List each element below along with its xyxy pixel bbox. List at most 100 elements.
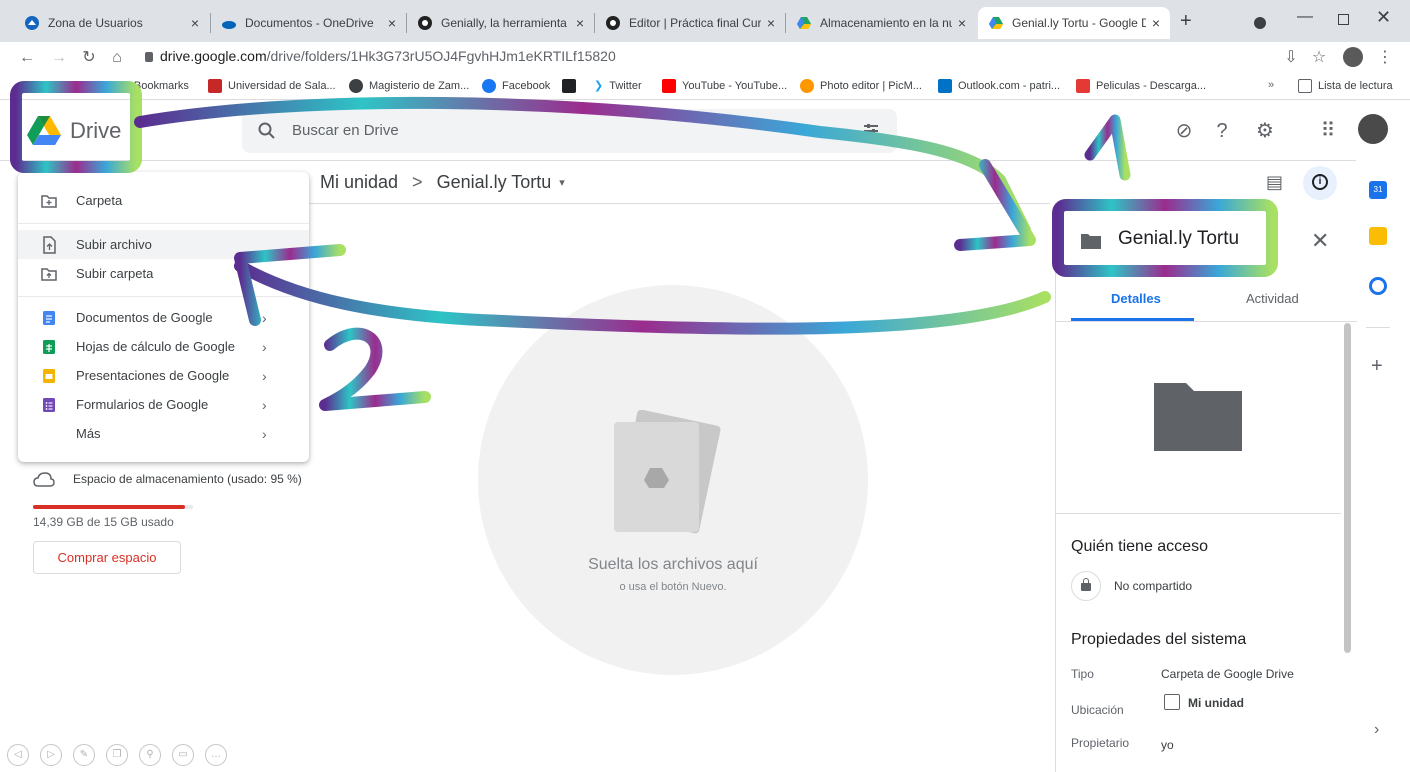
forward-icon[interactable]: →	[48, 47, 70, 69]
browser-tab-active[interactable]: Genial.ly Tortu - Google Dri ×	[978, 7, 1170, 39]
close-tab-icon[interactable]: ×	[576, 15, 584, 31]
menu-item-label: Más	[76, 426, 101, 441]
bookmark-item[interactable]	[562, 79, 582, 93]
help-icon[interactable]: ?	[1209, 118, 1235, 144]
browser-tab[interactable]: Almacenamiento en la nube ×	[786, 7, 976, 39]
rail-divider	[1366, 327, 1390, 328]
close-details-icon[interactable]: ✕	[1311, 228, 1329, 254]
keep-icon[interactable]	[1369, 227, 1387, 245]
add-addon-icon[interactable]: +	[1371, 355, 1383, 378]
close-tab-icon[interactable]: ×	[388, 15, 396, 31]
menu-item-google-forms[interactable]: Formularios de Google ›	[18, 390, 309, 419]
close-tab-icon[interactable]: ×	[1152, 15, 1160, 31]
bookmark-label: Peliculas - Descarga...	[1096, 80, 1207, 92]
account-avatar[interactable]	[1358, 114, 1388, 144]
bookmark-label: Magisterio de Zam...	[369, 80, 470, 92]
property-key: Ubicación	[1071, 703, 1124, 717]
details-divider	[1056, 513, 1341, 514]
storage-progress-bar	[33, 505, 193, 509]
drop-zone-title: Suelta los archivos aquí	[588, 556, 758, 573]
bookmark-item[interactable]: Universidad de Sala...	[208, 79, 336, 93]
close-tab-icon[interactable]: ×	[958, 15, 966, 31]
toolbar-divider	[300, 203, 1050, 204]
menu-item-google-slides[interactable]: Presentaciones de Google ›	[18, 361, 309, 390]
more-bookmarks[interactable]: »	[1268, 79, 1274, 91]
details-scrollbar[interactable]	[1344, 323, 1351, 653]
storage-label[interactable]: Espacio de almacenamiento (usado: 95 %)	[73, 472, 302, 486]
reload-icon[interactable]: ↻	[78, 47, 100, 69]
offline-ready-icon[interactable]: ⊘	[1171, 118, 1197, 144]
breadcrumb-current[interactable]: Genial.ly Tortu	[437, 172, 552, 193]
lock-icon[interactable]	[145, 52, 153, 62]
close-tab-icon[interactable]: ×	[191, 15, 199, 31]
browser-menu-icon[interactable]: ⋮	[1374, 47, 1396, 69]
profile-avatar[interactable]	[1343, 47, 1363, 67]
close-tab-icon[interactable]: ×	[767, 15, 775, 31]
url-field[interactable]: drive.google.com/drive/folders/1Hk3G73rU…	[160, 48, 616, 64]
search-box[interactable]: Buscar en Drive	[242, 109, 897, 153]
drive-header: Drive Buscar en Drive ⊘ ? ⚙ ⠿	[0, 101, 1388, 161]
menu-item-label: Subir archivo	[76, 237, 152, 252]
maximize-icon[interactable]	[1338, 14, 1349, 25]
bookmark-item[interactable]: ★ Bookmarks	[118, 79, 189, 93]
install-icon[interactable]: ⇩	[1280, 47, 1302, 69]
reading-list[interactable]: Lista de lectura	[1298, 79, 1393, 93]
bookmark-item[interactable]: Photo editor | PicM...	[800, 79, 922, 93]
drive-logo[interactable]: Drive	[26, 115, 121, 147]
home-icon[interactable]: ⌂	[106, 47, 128, 69]
bookmark-item[interactable]: Outlook.com - patri...	[938, 79, 1060, 93]
menu-item-google-docs[interactable]: Documentos de Google ›	[18, 303, 309, 332]
bookmark-item[interactable]: Peliculas - Descarga...	[1076, 79, 1206, 93]
new-tab-icon[interactable]: +	[1180, 10, 1192, 33]
screen-icon[interactable]: ▭	[172, 744, 194, 766]
search-icon[interactable]	[258, 122, 276, 140]
close-window-icon[interactable]: ✕	[1376, 7, 1391, 28]
pen-icon[interactable]: ✎	[73, 744, 95, 766]
tasks-icon[interactable]	[1369, 277, 1387, 295]
bookmark-item[interactable]: YouTube - YouTube...	[662, 79, 787, 93]
menu-divider	[18, 296, 309, 297]
bookmark-item[interactable]: Facebook	[482, 79, 550, 93]
menu-divider	[18, 223, 309, 224]
bookmark-item[interactable]: ❯ Twitter	[594, 79, 642, 93]
menu-item-more[interactable]: Más ›	[18, 419, 309, 448]
browser-tab[interactable]: Documentos - OneDrive ×	[211, 7, 406, 39]
back-icon[interactable]: ←	[16, 47, 38, 69]
previous-icon[interactable]: ◁	[7, 744, 29, 766]
minimize-icon[interactable]: —	[1297, 8, 1313, 26]
google-docs-icon	[43, 310, 55, 325]
calendar-icon[interactable]: 31	[1369, 181, 1387, 199]
breadcrumb-root[interactable]: Mi unidad	[320, 172, 398, 193]
browser-tab[interactable]: Zona de Usuarios ×	[14, 7, 209, 39]
search-input[interactable]: Buscar en Drive	[292, 122, 399, 139]
folder-dropdown-icon[interactable]: ▾	[559, 176, 565, 189]
zoom-icon[interactable]: ⚲	[139, 744, 161, 766]
menu-item-new-folder[interactable]: Carpeta	[18, 186, 309, 215]
bookmark-label: YouTube - YouTube...	[682, 80, 788, 92]
menu-item-google-sheets[interactable]: Hojas de cálculo de Google ›	[18, 332, 309, 361]
drive-favicon-icon	[797, 17, 811, 29]
apps-grid-icon[interactable]: ⠿	[1315, 118, 1341, 144]
view-details-button[interactable]: i	[1303, 166, 1337, 200]
browser-tab[interactable]: Editor | Práctica final Curso ×	[595, 7, 785, 39]
copy-icon[interactable]: ❐	[106, 744, 128, 766]
tab-activity[interactable]: Actividad	[1246, 291, 1299, 306]
menu-item-label: Formularios de Google	[76, 397, 209, 412]
tab-search-icon[interactable]	[1254, 17, 1266, 29]
buy-storage-button[interactable]: Comprar espacio	[33, 541, 181, 574]
more-options-icon[interactable]: …	[205, 744, 227, 766]
next-icon[interactable]: ▷	[40, 744, 62, 766]
list-view-icon[interactable]: ▤	[1266, 172, 1283, 193]
browser-tab[interactable]: Genially, la herramienta para ×	[407, 7, 594, 39]
drive-logo-text: Drive	[70, 118, 122, 143]
bookmark-star-icon[interactable]: ☆	[1308, 47, 1330, 69]
menu-item-upload-folder[interactable]: Subir carpeta	[18, 259, 309, 288]
settings-gear-icon[interactable]: ⚙	[1252, 118, 1278, 144]
menu-item-upload-file[interactable]: Subir archivo	[18, 230, 309, 259]
bookmark-item[interactable]: Magisterio de Zam...	[349, 79, 469, 93]
search-options-icon[interactable]	[862, 122, 880, 140]
tab-details[interactable]: Detalles	[1111, 291, 1161, 306]
property-value: Carpeta de Google Drive	[1161, 667, 1294, 681]
property-value-link[interactable]: Mi unidad	[1188, 696, 1244, 710]
expand-panel-icon[interactable]: ›	[1374, 721, 1379, 739]
